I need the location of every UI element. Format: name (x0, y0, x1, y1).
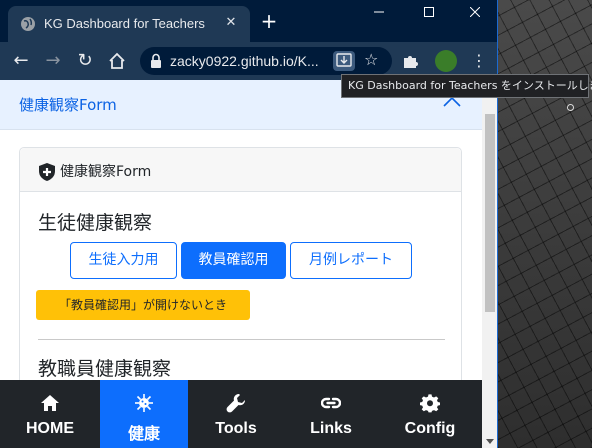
url-text: zacky0922.github.io/K... (170, 53, 319, 69)
install-icon (336, 53, 352, 67)
scroll-down-icon[interactable] (486, 439, 494, 444)
nav-tools[interactable]: Tools (188, 380, 284, 448)
bookmark-star-icon[interactable]: ☆ (364, 50, 378, 69)
bottom-navigation: HOME 健康 Tools Links Config (0, 380, 482, 448)
home-button[interactable] (106, 50, 128, 72)
nav-config[interactable]: Config (378, 380, 482, 448)
virus-icon (135, 394, 153, 412)
card-header: 健康観察Form (20, 148, 461, 192)
accordion-title: 健康観察Form (19, 96, 117, 114)
nav-home-label: HOME (26, 420, 74, 437)
title-bar: KG Dashboard for Teachers ✕ + (0, 0, 497, 42)
maximize-button[interactable] (406, 0, 452, 26)
link-icon (321, 397, 341, 409)
nav-tools-label: Tools (215, 420, 257, 437)
desktop-ring (567, 104, 574, 111)
close-icon (469, 6, 481, 18)
home-icon (41, 395, 59, 411)
monthly-report-button[interactable]: 月例レポート (290, 242, 412, 279)
student-section-title: 生徒健康観察 (38, 212, 153, 234)
page-scrollbar[interactable] (482, 80, 497, 448)
new-tab-button[interactable]: + (258, 10, 280, 32)
nav-links-label: Links (310, 420, 352, 437)
close-window-button[interactable] (452, 0, 497, 26)
forward-button[interactable]: → (42, 50, 64, 72)
staff-section-title: 教職員健康観察 (38, 358, 172, 380)
globe-icon (21, 17, 35, 31)
student-input-button[interactable]: 生徒入力用 (70, 242, 177, 279)
nav-health-label: 健康 (127, 426, 160, 443)
minimize-icon (374, 11, 384, 13)
lock-icon (151, 53, 161, 68)
browser-menu-button[interactable]: ⋮ (468, 50, 490, 72)
card-title: 健康観察Form (60, 164, 152, 180)
scrollbar-thumb[interactable] (485, 114, 495, 312)
maximize-icon (424, 7, 434, 17)
shield-plus-icon (39, 163, 55, 181)
gear-icon (420, 394, 440, 413)
teacher-check-button[interactable]: 教員確認用 (181, 242, 286, 279)
minimize-button[interactable] (356, 0, 402, 26)
address-bar[interactable]: zacky0922.github.io/K... ☆ (140, 47, 392, 75)
tab-close-icon[interactable]: ✕ (222, 14, 240, 32)
nav-home[interactable]: HOME (0, 380, 100, 448)
wrench-icon (226, 393, 246, 413)
desktop-background (498, 0, 592, 448)
browser-window: KG Dashboard for Teachers ✕ + ← → ↻ zack… (0, 0, 498, 448)
reload-button[interactable]: ↻ (74, 50, 96, 72)
section-divider (38, 339, 445, 340)
back-button[interactable]: ← (10, 50, 32, 72)
install-tooltip: KG Dashboard for Teachers をインストールします (341, 74, 592, 98)
nav-config-label: Config (404, 420, 456, 437)
home-outline-icon (109, 52, 125, 69)
extensions-puzzle-icon[interactable] (400, 50, 422, 72)
install-app-button[interactable] (333, 51, 355, 71)
nav-links[interactable]: Links (284, 380, 378, 448)
cannot-open-help-button[interactable]: 「教員確認用」が開けないとき (36, 290, 250, 320)
browser-tab[interactable]: KG Dashboard for Teachers ✕ (8, 6, 250, 42)
tab-title: KG Dashboard for Teachers (44, 16, 205, 31)
nav-health[interactable]: 健康 (100, 380, 188, 448)
profile-avatar[interactable] (435, 50, 457, 72)
